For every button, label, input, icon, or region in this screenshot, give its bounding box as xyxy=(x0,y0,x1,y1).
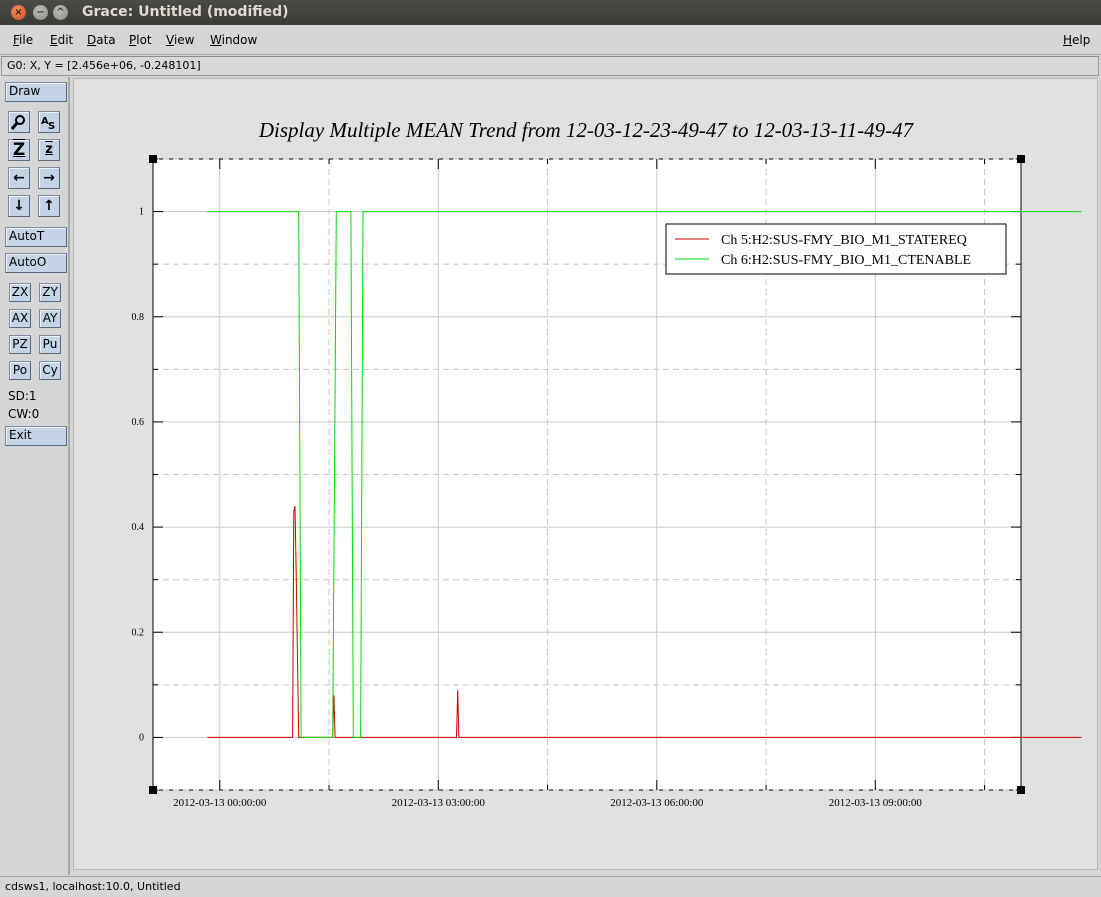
zoom-small-button[interactable]: z xyxy=(38,139,60,161)
x-tick-label: 2012-03-13 09:00:00 xyxy=(829,797,923,809)
window-titlebar: × − ^ Grace: Untitled (modified) xyxy=(0,0,1101,25)
text-autoscale-icon: AS xyxy=(41,116,55,132)
draw-button[interactable]: Draw xyxy=(5,82,67,102)
close-window-button[interactable]: × xyxy=(11,5,26,20)
zoom-area-button[interactable]: Z xyxy=(8,139,30,161)
menu-help[interactable]: Help xyxy=(1063,33,1090,47)
zx-button[interactable]: ZX xyxy=(9,283,31,302)
graph-canvas[interactable]: Display Multiple MEAN Trend from 12-03-1… xyxy=(73,78,1098,870)
menu-edit[interactable]: Edit xyxy=(50,33,73,47)
window-title: Grace: Untitled (modified) xyxy=(82,4,289,20)
arrow-left-icon: ← xyxy=(13,170,25,186)
ay-button[interactable]: AY xyxy=(39,309,61,328)
pan-right-button[interactable]: → xyxy=(38,167,60,189)
selection-handle xyxy=(149,155,157,163)
y-tick-label: 0.4 xyxy=(132,522,145,533)
svg-text:S: S xyxy=(48,121,55,132)
menu-file[interactable]: File xyxy=(13,33,33,47)
pan-down-button[interactable]: ↓ xyxy=(8,195,30,217)
pu-button[interactable]: Pu xyxy=(39,335,61,354)
legend[interactable]: Ch 5:H2:SUS-FMY_BIO_M1_STATEREQ Ch 6:H2:S… xyxy=(665,223,1007,275)
y-tick-label: 0.8 xyxy=(132,312,145,323)
current-world-label: CW:0 xyxy=(8,407,40,421)
x-tick-label: 2012-03-13 06:00:00 xyxy=(610,797,704,809)
y-tick-label: 0.6 xyxy=(132,417,145,428)
x-tick-label: 2012-03-13 03:00:00 xyxy=(392,797,486,809)
x-tick-label: 2012-03-13 00:00:00 xyxy=(173,797,267,809)
pan-up-button[interactable]: ↑ xyxy=(38,195,60,217)
legend-label: Ch 5:H2:SUS-FMY_BIO_M1_STATEREQ xyxy=(721,233,967,248)
tool-panel: Draw AS Z z ← → ↓ ↑ AutoT AutoO ZX ZY AX… xyxy=(0,77,70,875)
arrow-down-icon: ↓ xyxy=(13,198,25,214)
status-bar: cdsws1, localhost:10.0, Untitled xyxy=(0,876,1101,897)
pan-left-button[interactable]: ← xyxy=(8,167,30,189)
menu-plot[interactable]: Plot xyxy=(129,33,152,47)
cy-button[interactable]: Cy xyxy=(39,361,61,380)
menu-window[interactable]: Window xyxy=(210,33,257,47)
coordinate-readout: G0: X, Y = [2.456e+06, -0.248101] xyxy=(1,56,1099,76)
selection-handle xyxy=(1017,786,1025,794)
stack-depth-label: SD:1 xyxy=(8,389,37,403)
y-tick-label: 1 xyxy=(139,207,144,218)
menu-view[interactable]: View xyxy=(166,33,194,47)
pz-button[interactable]: PZ xyxy=(9,335,31,354)
status-text: cdsws1, localhost:10.0, Untitled xyxy=(5,880,181,893)
ax-button[interactable]: AX xyxy=(9,309,31,328)
selection-handle xyxy=(149,786,157,794)
autoscale-text-button[interactable]: AS xyxy=(38,111,60,133)
magnifier-icon xyxy=(10,115,25,130)
maximize-window-button[interactable]: ^ xyxy=(53,5,68,20)
legend-label: Ch 6:H2:SUS-FMY_BIO_M1_CTENABLE xyxy=(721,253,971,268)
chart-title: Display Multiple MEAN Trend from 12-03-1… xyxy=(258,118,915,142)
zy-button[interactable]: ZY xyxy=(39,283,61,302)
autot-button[interactable]: AutoT xyxy=(5,227,67,247)
selection-handle xyxy=(1017,155,1025,163)
zoom-button[interactable] xyxy=(8,111,30,133)
arrow-right-icon: → xyxy=(43,170,55,186)
po-button[interactable]: Po xyxy=(9,361,31,380)
autoo-button[interactable]: AutoO xyxy=(5,253,67,273)
minimize-window-button[interactable]: − xyxy=(33,5,48,20)
y-tick-label: 0.2 xyxy=(132,627,145,638)
arrow-up-icon: ↑ xyxy=(43,198,55,214)
chart-svg[interactable]: Display Multiple MEAN Trend from 12-03-1… xyxy=(74,79,1099,871)
exit-button[interactable]: Exit xyxy=(5,426,67,446)
menu-data[interactable]: Data xyxy=(87,33,116,47)
menubar: File Edit Data Plot View Window Help xyxy=(0,25,1101,55)
y-tick-label: 0 xyxy=(139,732,144,743)
